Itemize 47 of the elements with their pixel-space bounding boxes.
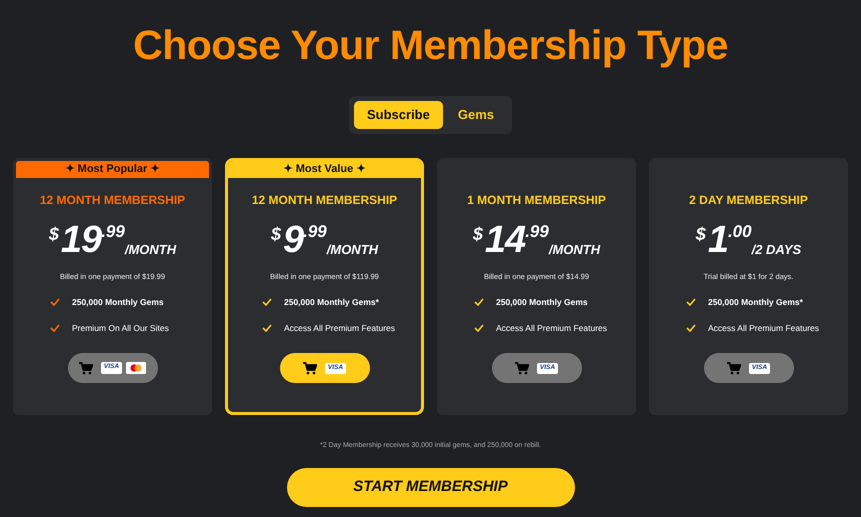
price-period: /MONTH [548, 242, 600, 256]
currency-symbol: $ [48, 224, 59, 242]
feature-text: Premium On All Our Sites [72, 322, 169, 334]
currency-symbol: $ [270, 224, 281, 242]
price-whole: 14 [484, 220, 526, 258]
price-period: /MONTH [124, 242, 176, 256]
tab[interactable]: Subscribe [354, 101, 443, 128]
card-circles-icon [126, 362, 146, 374]
plan-name: 1 MONTH MEMBERSHIP [467, 192, 606, 208]
currency-symbol: $ [472, 224, 483, 242]
check-icon [262, 298, 272, 306]
ribbon-banner: ✦ Most Value ✦ [228, 160, 421, 178]
feature-text: 250,000 Monthly Gems* [708, 296, 803, 308]
check-icon [686, 298, 696, 306]
price-cents: .99 [303, 222, 327, 240]
price-cents: .99 [525, 222, 549, 240]
price-period: /MONTH [326, 242, 378, 256]
plan-name: 12 MONTH MEMBERSHIP [40, 192, 186, 208]
feature-text: Access All Premium Features [496, 322, 608, 334]
check-icon [686, 324, 696, 332]
tab[interactable]: Gems [444, 101, 507, 128]
ribbon-banner: ✦ Most Popular ✦ [16, 160, 209, 178]
price-whole: 19 [60, 220, 102, 258]
page-title: Choose Your Membership Type [132, 21, 729, 70]
price-period: /2 DAYS [752, 242, 802, 256]
start-membership-button[interactable]: START MEMBERSHIP [286, 468, 574, 507]
cart-icon [78, 362, 93, 375]
feature-text: Access All Premium Features [708, 322, 820, 334]
check-icon [50, 298, 60, 306]
feature-text: Access All Premium Features [284, 322, 396, 334]
feature-text: 250,000 Monthly Gems [72, 296, 164, 308]
check-icon [474, 324, 484, 332]
cart-icon [302, 362, 317, 375]
plan-name: 2 DAY MEMBERSHIP [689, 192, 808, 208]
check-icon [50, 324, 60, 332]
feature-text: 250,000 Monthly Gems [496, 296, 588, 308]
price-cents: .99 [101, 222, 125, 240]
price-whole: 1 [708, 220, 728, 258]
feature-text: 250,000 Monthly Gems* [284, 296, 379, 308]
check-icon [262, 324, 272, 332]
price-whole: 9 [282, 220, 304, 258]
plan-name: 12 MONTH MEMBERSHIP [252, 192, 398, 208]
check-icon [474, 298, 484, 306]
cart-icon [726, 362, 741, 375]
currency-symbol: $ [696, 224, 706, 242]
cart-icon [514, 362, 529, 375]
price-cents: .00 [728, 222, 752, 240]
